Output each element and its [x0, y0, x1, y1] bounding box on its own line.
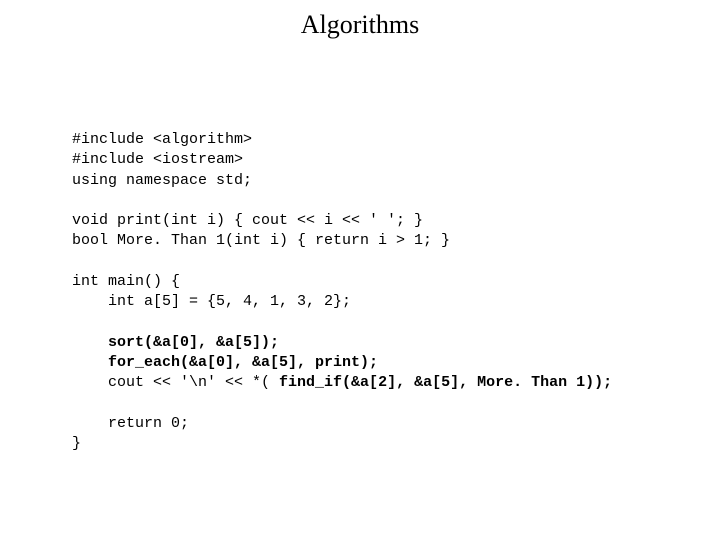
slide: Algorithms #include <algorithm> #include… — [0, 0, 720, 540]
code-line: int main() { — [72, 273, 180, 290]
code-line: cout << '\n' << *( — [72, 374, 279, 391]
slide-title: Algorithms — [0, 10, 720, 40]
code-line: return 0; — [72, 415, 189, 432]
code-line: int a[5] = {5, 4, 1, 3, 2}; — [72, 293, 351, 310]
code-line: bool More. Than 1(int i) { return i > 1;… — [72, 232, 450, 249]
code-line: void print(int i) { cout << i << ' '; } — [72, 212, 423, 229]
code-bold: find_if(&a[2], &a[5], More. Than 1)); — [279, 374, 612, 391]
code-line — [72, 334, 108, 351]
code-line — [72, 354, 108, 371]
code-bold: sort(&a[0], &a[5]); — [108, 334, 279, 351]
code-line: #include <iostream> — [72, 151, 243, 168]
code-block: #include <algorithm> #include <iostream>… — [72, 130, 612, 454]
code-line: using namespace std; — [72, 172, 252, 189]
code-line: } — [72, 435, 81, 452]
code-bold: for_each(&a[0], &a[5], print); — [108, 354, 378, 371]
code-line: #include <algorithm> — [72, 131, 252, 148]
